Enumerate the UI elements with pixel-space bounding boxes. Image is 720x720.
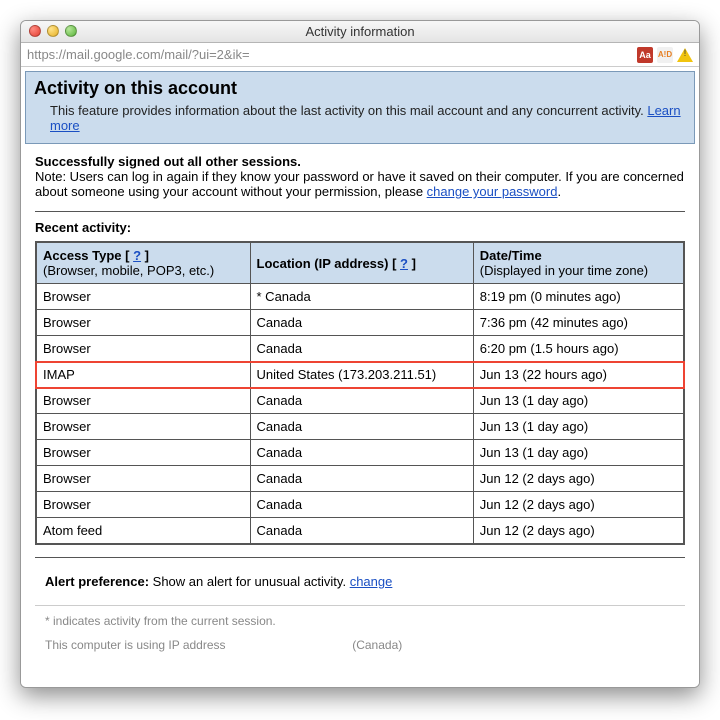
col2-bracket: ] [408,256,416,271]
signout-success: Successfully signed out all other sessio… [35,154,685,169]
extension-icon[interactable]: Aa [637,47,653,63]
address-bar[interactable]: https://mail.google.com/mail/?ui=2&ik= A… [21,43,699,67]
change-alert-link[interactable]: change [350,574,393,589]
cell-type: Browser [36,466,250,492]
cell-loc: Canada [250,440,473,466]
cell-time: Jun 12 (2 days ago) [473,518,684,545]
cell-loc: Canada [250,388,473,414]
cell-type: IMAP [36,362,250,388]
divider [35,211,685,212]
cell-type: Browser [36,414,250,440]
cell-time: Jun 12 (2 days ago) [473,466,684,492]
cell-loc: Canada [250,414,473,440]
col3-sub: (Displayed in your time zone) [480,263,648,278]
table-row: BrowserCanadaJun 13 (1 day ago) [36,440,684,466]
page-content: Activity on this account This feature pr… [21,67,699,687]
col1-sub: (Browser, mobile, POP3, etc.) [43,263,214,278]
help-link[interactable]: ? [400,256,408,271]
cell-loc: * Canada [250,284,473,310]
cell-loc: Canada [250,518,473,545]
cell-type: Browser [36,388,250,414]
window-title: Activity information [305,24,414,39]
ip-country: (Canada) [352,638,402,652]
col-datetime: Date/Time (Displayed in your time zone) [473,242,684,284]
cell-loc: Canada [250,466,473,492]
url-text: https://mail.google.com/mail/?ui=2&ik= [27,47,633,62]
star-footnote: * indicates activity from the current se… [35,614,685,628]
alert-label: Alert preference: [45,574,153,589]
period: . [557,184,561,199]
header-desc-text: This feature provides information about … [50,103,647,118]
cell-type: Atom feed [36,518,250,545]
cell-type: Browser [36,492,250,518]
signout-note: Note: Users can log in again if they kno… [35,169,685,199]
cell-loc: United States (173.203.211.51) [250,362,473,388]
table-row: Atom feedCanadaJun 12 (2 days ago) [36,518,684,545]
col-access-type: Access Type [ ? ] (Browser, mobile, POP3… [36,242,250,284]
extension-icon[interactable]: A!D [657,47,673,63]
divider [35,605,685,606]
col1-label: Access Type [ [43,248,133,263]
ip-footnote: This computer is using IP address (Canad… [35,638,685,652]
signout-section: Successfully signed out all other sessio… [25,144,695,658]
cell-time: Jun 13 (1 day ago) [473,388,684,414]
table-row: BrowserCanadaJun 12 (2 days ago) [36,466,684,492]
col3-label: Date/Time [480,248,542,263]
table-header-row: Access Type [ ? ] (Browser, mobile, POP3… [36,242,684,284]
alert-text: Show an alert for unusual activity. [153,574,350,589]
cell-time: 8:19 pm (0 minutes ago) [473,284,684,310]
cell-loc: Canada [250,492,473,518]
cell-type: Browser [36,284,250,310]
table-row: BrowserCanada7:36 pm (42 minutes ago) [36,310,684,336]
browser-window: Activity information https://mail.google… [20,20,700,688]
change-password-link[interactable]: change your password [427,184,558,199]
col2-label: Location (IP address) [ [257,256,401,271]
col1-bracket: ] [141,248,149,263]
window-controls [29,25,77,37]
close-icon[interactable] [29,25,41,37]
page-title: Activity on this account [34,78,686,99]
help-link[interactable]: ? [133,248,141,263]
cell-loc: Canada [250,336,473,362]
cell-time: Jun 13 (1 day ago) [473,440,684,466]
recent-activity-heading: Recent activity: [35,220,685,235]
ip-label: This computer is using IP address [45,638,226,652]
table-row: BrowserCanadaJun 12 (2 days ago) [36,492,684,518]
table-row: IMAPUnited States (173.203.211.51)Jun 13… [36,362,684,388]
cell-time: 7:36 pm (42 minutes ago) [473,310,684,336]
cell-time: 6:20 pm (1.5 hours ago) [473,336,684,362]
cell-time: Jun 12 (2 days ago) [473,492,684,518]
cell-type: Browser [36,310,250,336]
activity-table: Access Type [ ? ] (Browser, mobile, POP3… [35,241,685,545]
table-row: Browser* Canada8:19 pm (0 minutes ago) [36,284,684,310]
table-row: BrowserCanadaJun 13 (1 day ago) [36,388,684,414]
signout-note-text: Note: Users can log in again if they kno… [35,169,684,199]
cell-type: Browser [36,336,250,362]
cell-loc: Canada [250,310,473,336]
cell-type: Browser [36,440,250,466]
header-description: This feature provides information about … [50,103,686,133]
zoom-icon[interactable] [65,25,77,37]
table-row: BrowserCanadaJun 13 (1 day ago) [36,414,684,440]
minimize-icon[interactable] [47,25,59,37]
cell-time: Jun 13 (22 hours ago) [473,362,684,388]
col-location: Location (IP address) [ ? ] [250,242,473,284]
cell-time: Jun 13 (1 day ago) [473,414,684,440]
divider [35,557,685,558]
window-titlebar: Activity information [21,21,699,43]
alert-preference: Alert preference: Show an alert for unus… [35,566,685,593]
account-activity-header: Activity on this account This feature pr… [25,71,695,144]
warning-icon[interactable] [677,48,693,62]
table-row: BrowserCanada6:20 pm (1.5 hours ago) [36,336,684,362]
